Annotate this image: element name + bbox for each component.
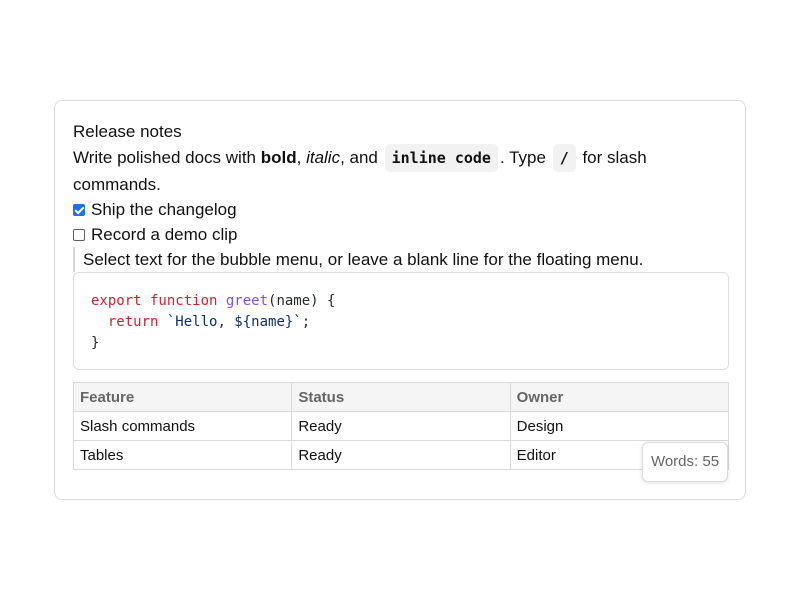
editor-content[interactable]: Release notes Write polished docs with b…	[72, 119, 730, 470]
table-wrapper: Feature Status Owner Slash commands Read…	[72, 382, 730, 470]
code-function-name: greet	[225, 293, 269, 309]
intro-text-3: . Type	[499, 148, 551, 167]
blockquote: Select text for the bubble menu, or leav…	[73, 247, 729, 272]
table-header-cell[interactable]: Feature	[72, 382, 293, 412]
table-row: Slash commands Ready Design	[72, 411, 730, 441]
feature-table[interactable]: Feature Status Owner Slash commands Read…	[72, 382, 730, 470]
table-cell[interactable]: Slash commands	[72, 411, 293, 441]
table-cell[interactable]: Tables	[72, 440, 293, 470]
task-label: Record a demo clip	[91, 224, 238, 244]
intro-comma: ,	[296, 148, 307, 167]
table-cell[interactable]: Ready	[291, 411, 511, 441]
table-header-cell[interactable]: Owner	[509, 382, 730, 412]
intro-text-2: , and	[340, 148, 383, 167]
task-item-demo-clip: Record a demo clip	[73, 222, 729, 247]
code-keyword: return	[107, 314, 167, 330]
editor-card[interactable]: Release notes Write polished docs with b…	[54, 100, 746, 500]
slash-code: /	[552, 144, 576, 172]
code-keyword: export function	[91, 293, 226, 309]
table-header-cell[interactable]: Status	[291, 382, 511, 412]
table-row: Tables Ready Editor	[72, 440, 730, 470]
code-text: (name) {	[268, 293, 336, 309]
task-item-changelog: Ship the changelog	[73, 197, 729, 222]
intro-paragraph: Write polished docs with bold, italic, a…	[73, 144, 729, 197]
task-label: Ship the changelog	[91, 199, 237, 219]
code-text: }	[91, 335, 100, 351]
code-text: ;	[301, 314, 311, 330]
task-checkbox-checked[interactable]	[73, 203, 85, 216]
italic-text: italic	[306, 148, 341, 167]
code-string: `Hello, ${name}`	[166, 314, 302, 330]
doc-title: Release notes	[73, 122, 182, 141]
table-header-row: Feature Status Owner	[72, 382, 730, 412]
bold-text: bold	[260, 148, 297, 167]
table-cell[interactable]: Design	[509, 411, 730, 441]
word-count-badge: Words: 55	[642, 442, 728, 482]
code-block[interactable]: export function greet(name) { return `He…	[73, 272, 729, 370]
task-checkbox-unchecked[interactable]	[73, 228, 85, 241]
inline-code: inline code	[384, 144, 498, 172]
table-cell[interactable]: Ready	[291, 440, 511, 470]
intro-text-1: Write polished docs with	[73, 148, 261, 167]
